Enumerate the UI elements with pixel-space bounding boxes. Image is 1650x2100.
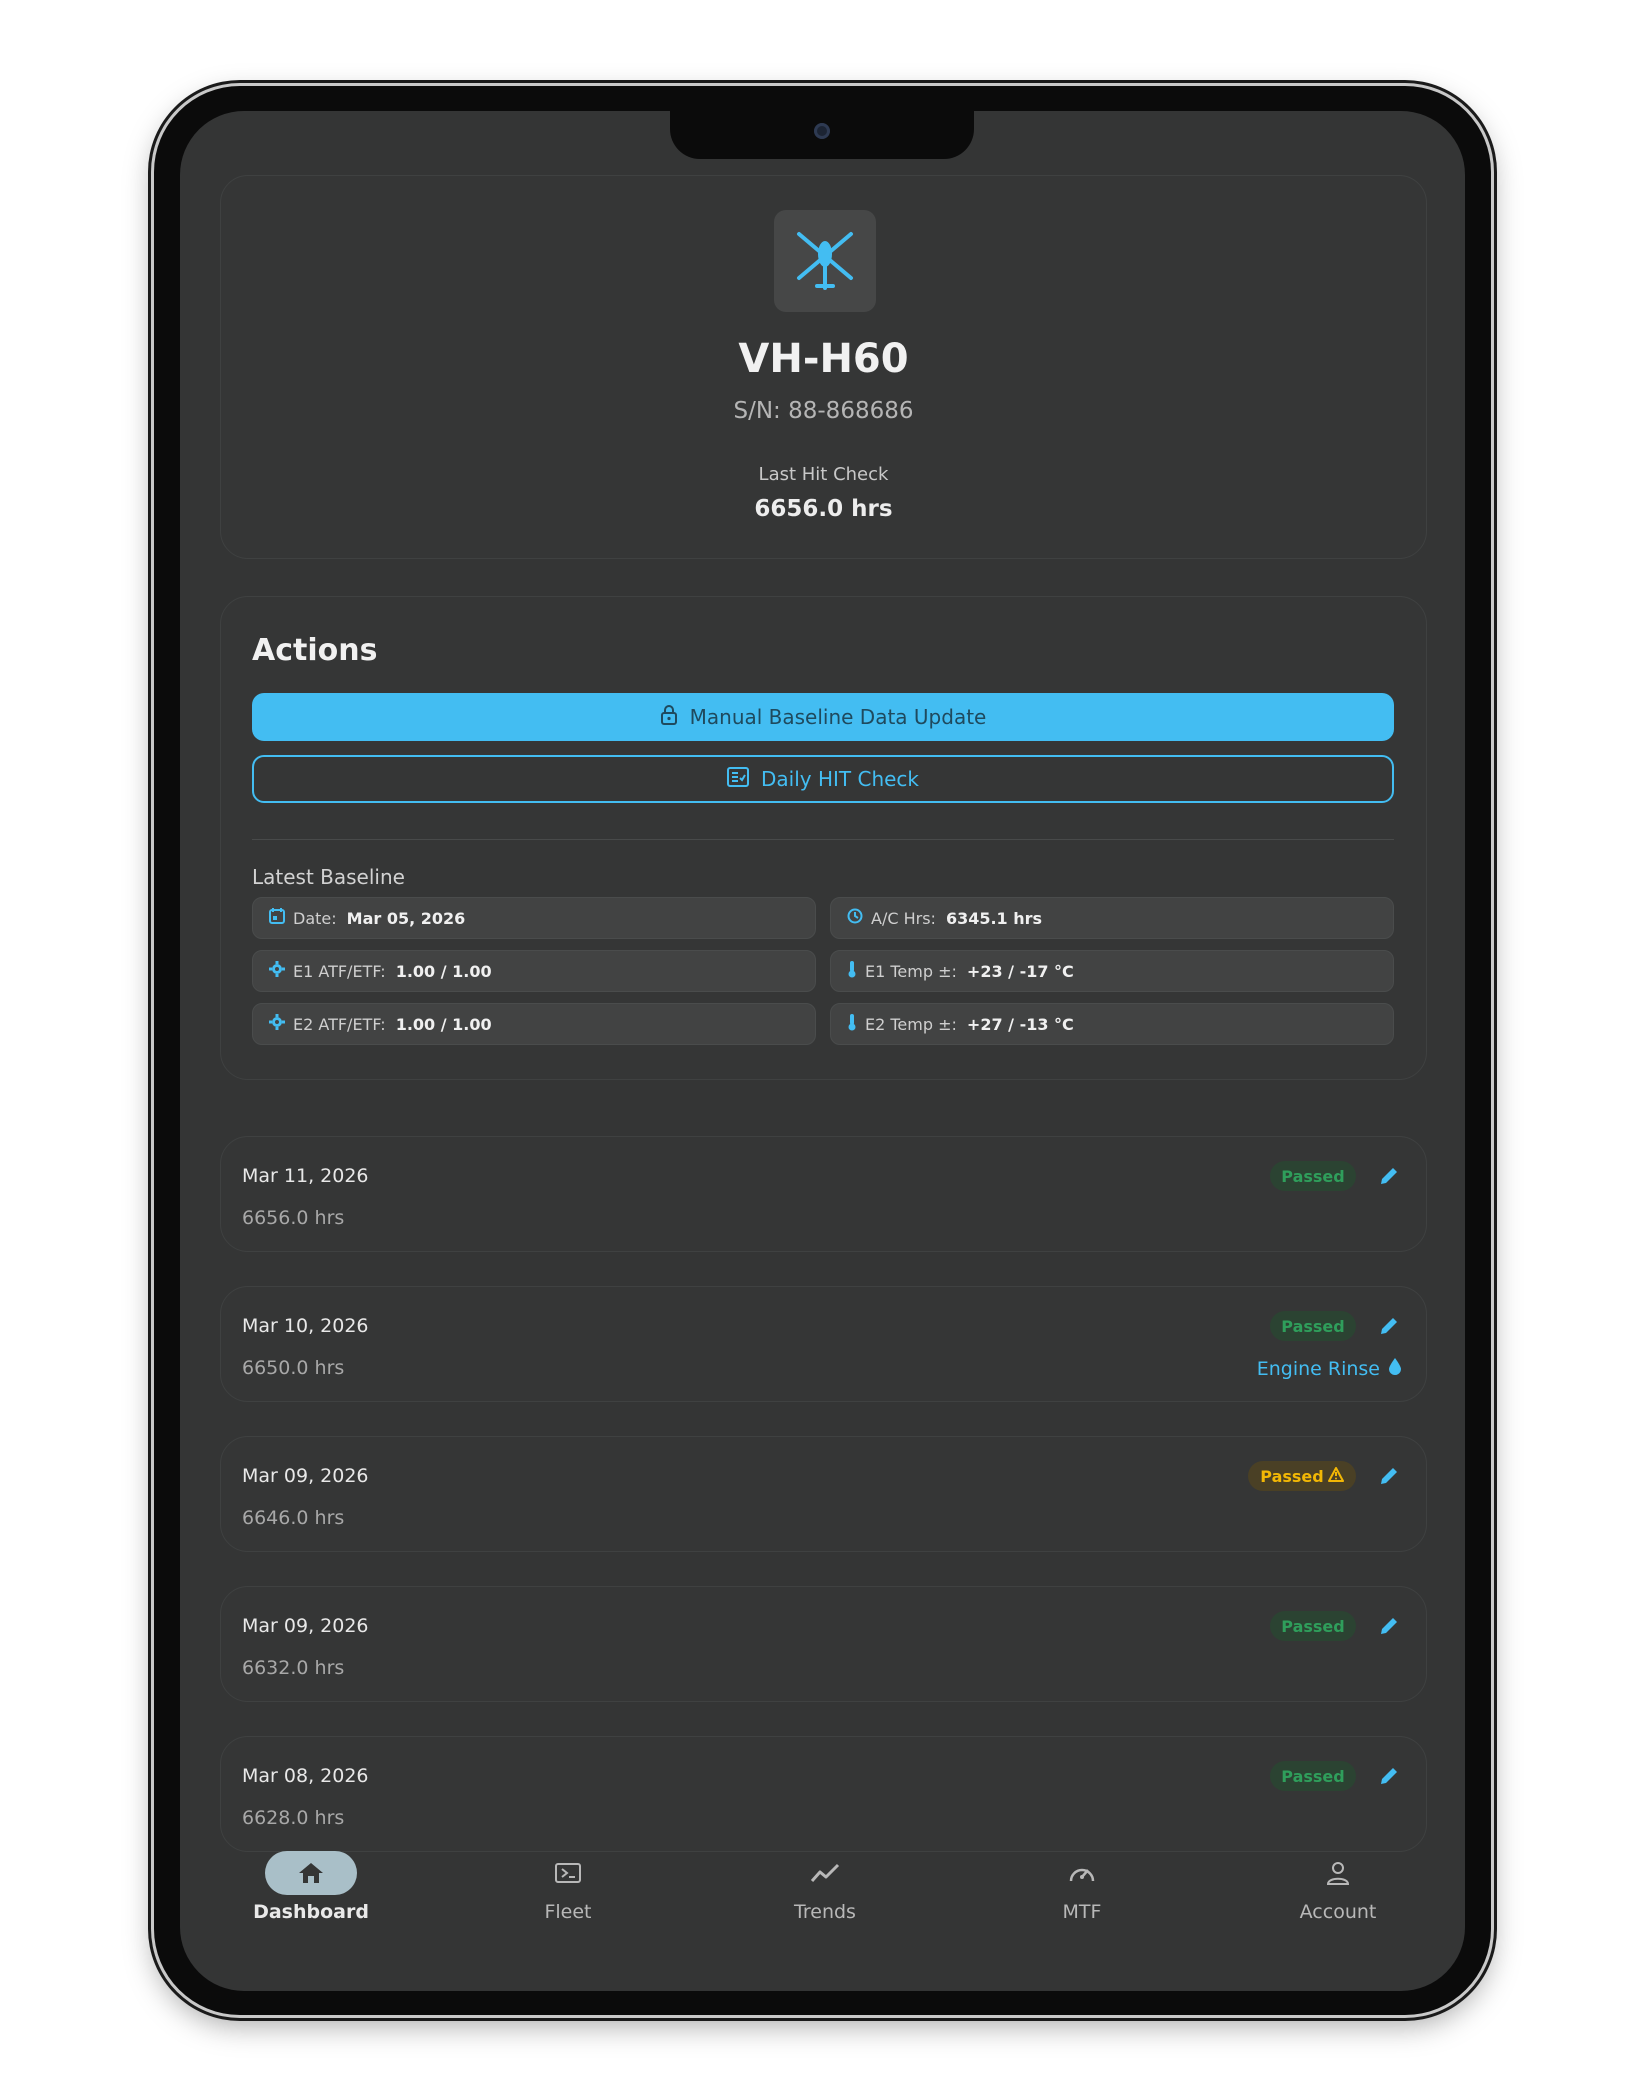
nav-label: Dashboard <box>253 1901 369 1923</box>
aircraft-card: VH-H60 S/N: 88-868686 Last Hit Check 665… <box>220 175 1427 559</box>
latest-baseline-title: Latest Baseline <box>252 865 405 889</box>
baseline-e2-atf-chip: E2 ATF/ETF: 1.00 / 1.00 <box>252 1003 816 1045</box>
camera-icon <box>814 123 830 139</box>
engine-rinse-tag: Engine Rinse <box>1257 1357 1402 1380</box>
manual-baseline-update-label: Manual Baseline Data Update <box>689 705 987 729</box>
list-item[interactable]: Mar 11, 2026 6656.0 hrs Passed <box>220 1136 1427 1252</box>
engine-rinse-label: Engine Rinse <box>1256 1357 1380 1380</box>
aircraft-serial: S/N: 88-868686 <box>733 398 914 424</box>
water-drop-icon <box>1388 1357 1402 1380</box>
speedometer-icon <box>1036 1851 1128 1895</box>
status-badge: Passed <box>1270 1611 1356 1641</box>
checklist-icon <box>727 766 749 792</box>
aircraft-registration: VH-H60 <box>738 336 909 382</box>
baseline-ac-hrs-label: A/C Hrs: <box>871 908 936 928</box>
list-item[interactable]: Mar 09, 2026 6632.0 hrs Passed <box>220 1586 1427 1702</box>
status-badge: Passed <box>1270 1311 1356 1341</box>
nav-item-dashboard[interactable]: Dashboard <box>231 1851 391 1923</box>
edit-icon[interactable] <box>1376 1463 1402 1489</box>
status-badge: Passed <box>1248 1461 1356 1491</box>
person-icon <box>1292 1851 1384 1895</box>
daily-hit-check-label: Daily HIT Check <box>761 767 919 791</box>
baseline-e2-atf-label: E2 ATF/ETF: <box>293 1014 386 1034</box>
check-hours: 6628.0 hrs <box>242 1807 345 1829</box>
divider <box>252 839 1394 840</box>
last-check-label: Last Hit Check <box>758 464 889 485</box>
check-hours: 6650.0 hrs <box>242 1357 345 1379</box>
nav-label: Account <box>1299 1901 1377 1923</box>
baseline-e2-temp-value: +27 / -13 °C <box>966 1014 1074 1034</box>
thermometer-icon <box>847 960 857 982</box>
baseline-ac-hrs-chip: A/C Hrs: 6345.1 hrs <box>830 897 1394 939</box>
nav-item-mtf[interactable]: MTF <box>1002 1851 1162 1923</box>
status-badge: Passed <box>1270 1161 1356 1191</box>
baseline-e1-temp-chip: E1 Temp ±: +23 / -17 °C <box>830 950 1394 992</box>
nav-label: Fleet <box>544 1901 592 1923</box>
clock-icon <box>847 908 863 928</box>
check-date: Mar 10, 2026 <box>242 1315 369 1337</box>
check-hours: 6632.0 hrs <box>242 1657 345 1679</box>
baseline-e2-atf-value: 1.00 / 1.00 <box>395 1014 492 1034</box>
list-item[interactable]: Mar 08, 2026 6628.0 hrs Passed <box>220 1736 1427 1852</box>
home-icon <box>265 1851 357 1895</box>
nav-item-account[interactable]: Account <box>1258 1851 1418 1923</box>
baseline-e1-temp-value: +23 / -17 °C <box>966 961 1074 981</box>
actions-card: Actions Manual Baseline Data Update Dail… <box>220 596 1427 1080</box>
check-hours: 6646.0 hrs <box>242 1507 345 1529</box>
baseline-e2-temp-label: E2 Temp ±: <box>865 1014 957 1034</box>
list-item[interactable]: Mar 10, 2026 6650.0 hrs Passed Engine Ri… <box>220 1286 1427 1402</box>
warning-icon <box>1327 1466 1344 1486</box>
gear-icon <box>269 961 285 981</box>
fleet-icon <box>522 1851 614 1895</box>
baseline-e1-atf-chip: E1 ATF/ETF: 1.00 / 1.00 <box>252 950 816 992</box>
list-item[interactable]: Mar 09, 2026 6646.0 hrs Passed <box>220 1436 1427 1552</box>
nav-item-trends[interactable]: Trends <box>745 1851 905 1923</box>
nav-label: Trends <box>794 1901 856 1923</box>
edit-icon[interactable] <box>1376 1613 1402 1639</box>
last-check-hours: 6656.0 hrs <box>754 496 893 522</box>
check-date: Mar 09, 2026 <box>242 1615 369 1637</box>
helicopter-icon <box>774 210 876 312</box>
thermometer-icon <box>847 1013 857 1035</box>
bottom-nav: Dashboard Fleet Trends MTF Account <box>180 1851 1465 1951</box>
status-badge: Passed <box>1270 1761 1356 1791</box>
calendar-icon <box>269 908 285 928</box>
lock-icon <box>660 704 678 731</box>
daily-hit-check-button[interactable]: Daily HIT Check <box>252 755 1394 803</box>
trend-line-icon <box>779 1851 871 1895</box>
edit-icon[interactable] <box>1376 1763 1402 1789</box>
edit-icon[interactable] <box>1376 1163 1402 1189</box>
baseline-date-label: Date: <box>293 908 337 928</box>
nav-label: MTF <box>1062 1901 1102 1923</box>
baseline-ac-hrs-value: 6345.1 hrs <box>945 908 1043 928</box>
camera-notch <box>670 111 974 159</box>
check-hours: 6656.0 hrs <box>242 1207 345 1229</box>
baseline-date-value: Mar 05, 2026 <box>346 908 466 928</box>
baseline-date-chip: Date: Mar 05, 2026 <box>252 897 816 939</box>
nav-item-fleet[interactable]: Fleet <box>488 1851 648 1923</box>
edit-icon[interactable] <box>1376 1313 1402 1339</box>
check-date: Mar 11, 2026 <box>242 1165 369 1187</box>
check-date: Mar 08, 2026 <box>242 1765 369 1787</box>
check-date: Mar 09, 2026 <box>242 1465 369 1487</box>
baseline-e1-temp-label: E1 Temp ±: <box>865 961 957 981</box>
manual-baseline-update-button[interactable]: Manual Baseline Data Update <box>252 693 1394 741</box>
actions-title: Actions <box>252 633 378 668</box>
baseline-e1-atf-label: E1 ATF/ETF: <box>293 961 386 981</box>
app-screen: VH-H60 S/N: 88-868686 Last Hit Check 665… <box>180 111 1465 1991</box>
baseline-e1-atf-value: 1.00 / 1.00 <box>395 961 492 981</box>
gear-icon <box>269 1014 285 1034</box>
baseline-e2-temp-chip: E2 Temp ±: +27 / -13 °C <box>830 1003 1394 1045</box>
